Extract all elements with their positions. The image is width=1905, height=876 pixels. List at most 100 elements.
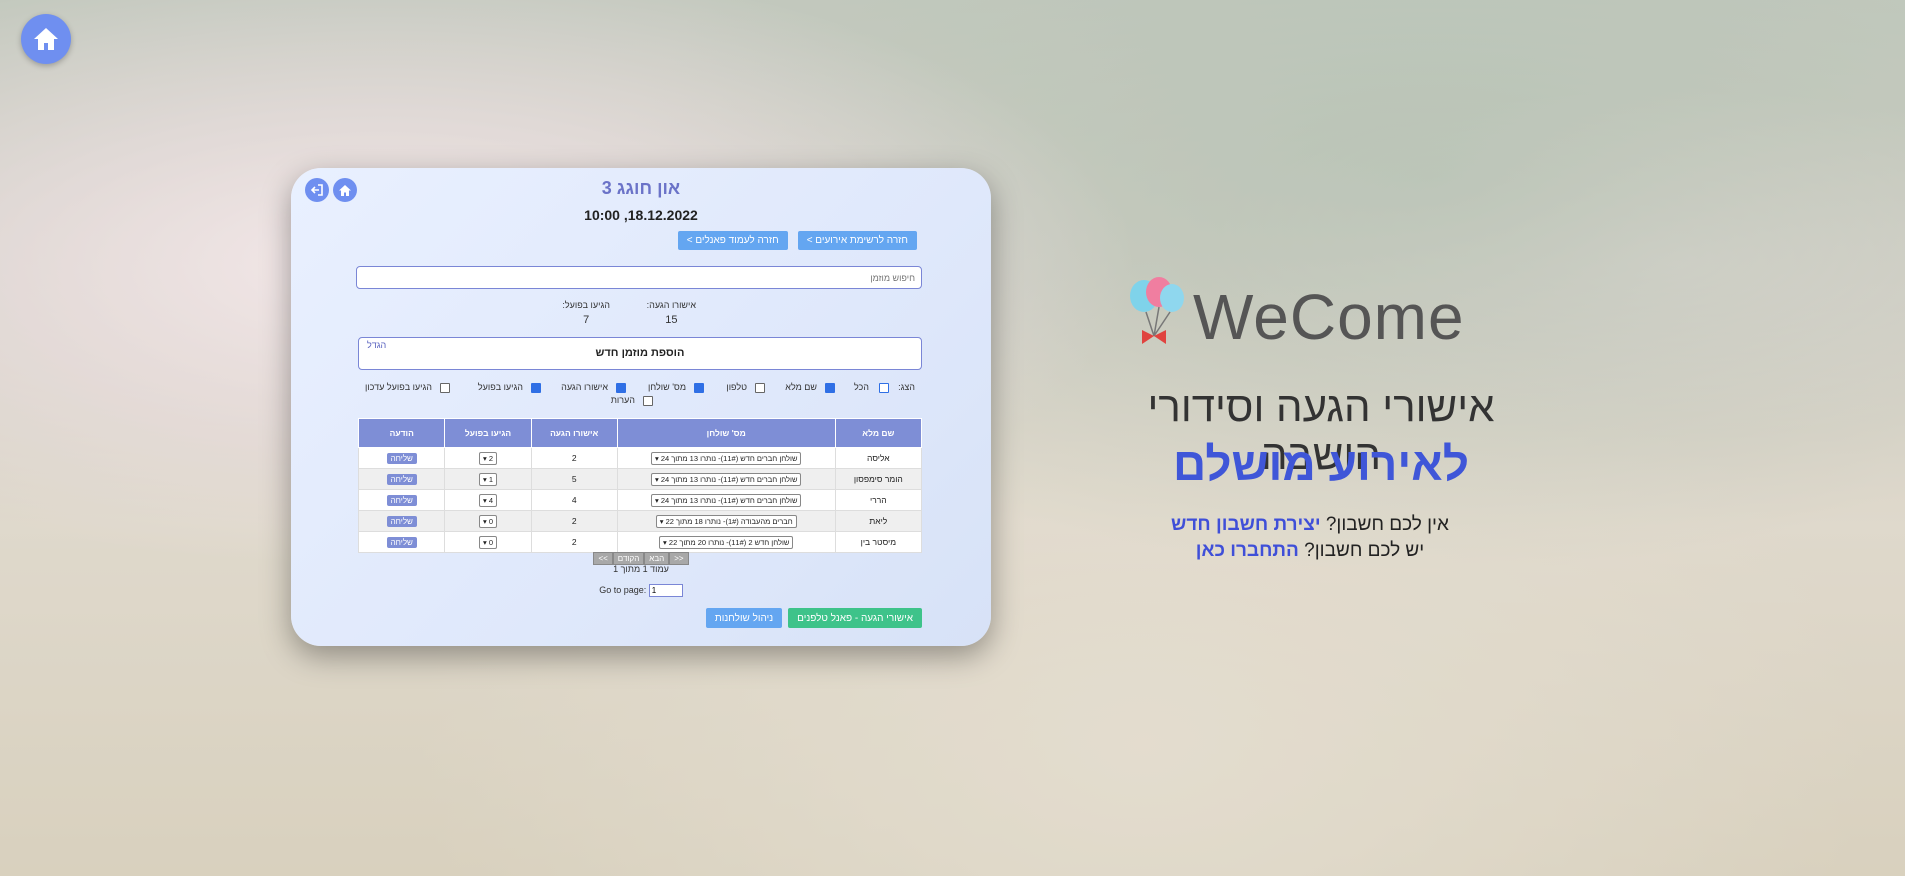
table-row: ליאת חברים מהעבודה (1#)- נותרו 18 מתוך 2… <box>357 510 923 532</box>
table-select[interactable]: שולחן חברים חדש (11#)- נותרו 13 מתוך 24 … <box>650 493 802 507</box>
cell-confirmed: 2 <box>530 510 618 532</box>
header-fullname[interactable]: שם מלא <box>834 418 923 448</box>
back-to-events-button[interactable]: חזרה לרשימת אירועים > <box>797 231 917 250</box>
goto-page-input[interactable] <box>648 584 683 597</box>
nav-buttons: חזרה לרשימת אירועים > חזרה לעמוד פאנלים … <box>677 231 917 250</box>
cell-name: הומר סימפסון <box>834 468 923 490</box>
table-select[interactable]: שולחן חברים חדש (11#)- נותרו 13 מתוך 24 … <box>650 472 802 486</box>
arrived-select-value: 1 <box>488 474 494 484</box>
filter-arrived-update-label: הגיעו בפועל עדכון <box>365 382 432 392</box>
arrived-select[interactable]: 0 ▾ <box>479 535 498 549</box>
header-table[interactable]: מס' שולחן <box>616 418 836 448</box>
arrived-select[interactable]: 0 ▾ <box>479 514 498 528</box>
arrived-value: 7 <box>583 314 590 326</box>
arrived-select[interactable]: 2 ▾ <box>479 451 498 465</box>
filter-confirmed-label: אישורו הגעה <box>561 382 608 392</box>
guest-search-input[interactable] <box>356 266 922 289</box>
confirmed-label: אישורו הגעה: <box>646 300 696 310</box>
checkbox[interactable] <box>694 382 704 393</box>
cell-arrived: 1 ▾ <box>444 468 532 490</box>
checkbox[interactable] <box>440 382 450 393</box>
header-message[interactable]: הודעה <box>357 418 446 448</box>
header-confirmed[interactable]: אישורו הגעה <box>530 418 618 448</box>
arrived-select[interactable]: 1 ▾ <box>479 472 498 486</box>
cell-message: שליחה <box>357 468 446 490</box>
table-select[interactable]: שולחן חדש 2 (11#)- נותרו 20 מתוך 22 ▾ <box>659 535 794 549</box>
filter-table[interactable] <box>694 382 704 393</box>
filter-table-label: מס' שולחן <box>647 382 686 392</box>
table-select-value: שולחן חברים חדש (11#)- נותרו 13 מתוך 24 <box>660 453 798 463</box>
filter-fullname-label: שם מלא <box>785 382 817 392</box>
cell-name: אליסה <box>834 447 923 469</box>
checkbox[interactable] <box>825 382 835 393</box>
home-button[interactable] <box>21 14 71 64</box>
cell-table: שולחן חברים חדש (11#)- נותרו 13 מתוך 24 … <box>616 468 836 490</box>
table-select-value: שולחן חברים חדש (11#)- נותרו 13 מתוך 24 <box>660 474 798 484</box>
add-guest-box[interactable]: הגדל הוספת מוזמן חדש <box>358 337 922 370</box>
table-select[interactable]: שולחן חברים חדש (11#)- נותרו 13 מתוך 24 … <box>650 451 802 465</box>
table-select-value: חברים מהעבודה (1#)- נותרו 18 מתוך 22 <box>665 516 793 526</box>
cell-name: ליאת <box>834 510 923 532</box>
event-title: און חוגג 3 <box>601 178 681 198</box>
cell-table: שולחן חברים חדש (11#)- נותרו 13 מתוך 24 … <box>616 447 836 469</box>
logo-text: WeCome <box>1193 281 1465 353</box>
event-date: 18.12.2022, 10:00 <box>584 207 698 223</box>
cell-message: שליחה <box>357 489 446 511</box>
filter-all[interactable] <box>879 382 889 393</box>
have-account-text: יש לכם חשבון? <box>1304 540 1425 561</box>
filter-phone[interactable] <box>755 382 765 393</box>
table-select[interactable]: חברים מהעבודה (1#)- נותרו 18 מתוך 22 ▾ <box>655 514 797 528</box>
table-select-value: שולחן חדש 2 (11#)- נותרו 20 מתוך 22 <box>668 537 790 547</box>
cell-confirmed: 5 <box>530 468 618 490</box>
cell-arrived: 2 ▾ <box>444 447 532 469</box>
back-to-panels-button[interactable]: חזרה לעמוד פאנלים > <box>677 231 788 250</box>
login-link[interactable]: התחברו כאן <box>1196 540 1299 561</box>
headline-secondary: לאירוע מושלם <box>1173 438 1469 490</box>
header-arrived[interactable]: הגיעו בפועל <box>444 418 532 448</box>
send-button[interactable]: שליחה <box>386 473 417 485</box>
checkbox[interactable] <box>879 382 889 393</box>
arrived-select-value: 4 <box>488 495 494 505</box>
checkbox[interactable] <box>531 382 541 393</box>
cell-message: שליחה <box>357 510 446 532</box>
checkbox[interactable] <box>643 395 653 406</box>
phone-panel-button[interactable]: אישורי הגעה - פאנל טלפנים <box>788 608 922 628</box>
login-line: יש לכם חשבון? התחברו כאן <box>1150 540 1470 562</box>
manage-tables-button[interactable]: ניהול שולחנות <box>705 608 783 628</box>
arrived-stat: הגיעו בפועל: 7 <box>562 300 610 326</box>
cell-arrived: 4 ▾ <box>444 489 532 511</box>
filter-confirmed[interactable] <box>616 382 626 393</box>
arrived-select[interactable]: 4 ▾ <box>479 493 498 507</box>
filter-phone-label: טלפון <box>726 382 747 392</box>
add-guest-label: הוספת מוזמן חדש <box>595 347 685 359</box>
arrived-select-value: 2 <box>488 453 494 463</box>
table-row: הררי שולחן חברים חדש (11#)- נותרו 13 מתו… <box>357 489 923 511</box>
filter-arrived-update[interactable] <box>440 382 450 393</box>
cell-table: שולחן חברים חדש (11#)- נותרו 13 מתוך 24 … <box>616 489 836 511</box>
signup-line: אין לכם חשבון? יצירת חשבון חדש <box>1150 514 1470 536</box>
guests-table: שם מלא מס' שולחן אישורו הגעה הגיעו בפועל… <box>357 418 923 553</box>
goto-page: Go to page: <box>291 584 991 597</box>
create-account-link[interactable]: יצירת חשבון חדש <box>1171 514 1321 535</box>
arrived-select-value: 0 <box>488 537 494 547</box>
filter-fullname[interactable] <box>825 382 835 393</box>
cell-confirmed: 4 <box>530 489 618 511</box>
checkbox[interactable] <box>616 382 626 393</box>
send-button[interactable]: שליחה <box>386 536 417 548</box>
filter-arrived-label: הגיעו בפועל <box>477 382 523 392</box>
table-row: הומר סימפסון שולחן חברים חדש (11#)- נותר… <box>357 468 923 490</box>
checkbox[interactable] <box>755 382 765 393</box>
send-button[interactable]: שליחה <box>386 452 417 464</box>
page-info: עמוד 1 מתוך 1 <box>613 564 669 574</box>
send-button[interactable]: שליחה <box>386 494 417 506</box>
table-header-row: שם מלא מס' שולחן אישורו הגעה הגיעו בפועל… <box>357 418 923 448</box>
filter-arrived[interactable] <box>531 382 541 393</box>
filter-notes[interactable] <box>643 395 653 406</box>
send-button[interactable]: שליחה <box>386 515 417 527</box>
filter-all-label: הכל <box>853 382 869 392</box>
arrived-label: הגיעו בפועל: <box>562 300 610 310</box>
confirmed-value: 15 <box>665 314 678 326</box>
bottom-actions: אישורי הגעה - פאנל טלפנים ניהול שולחנות <box>705 608 922 628</box>
cell-message: שליחה <box>357 447 446 469</box>
no-account-text: אין לכם חשבון? <box>1325 514 1449 535</box>
